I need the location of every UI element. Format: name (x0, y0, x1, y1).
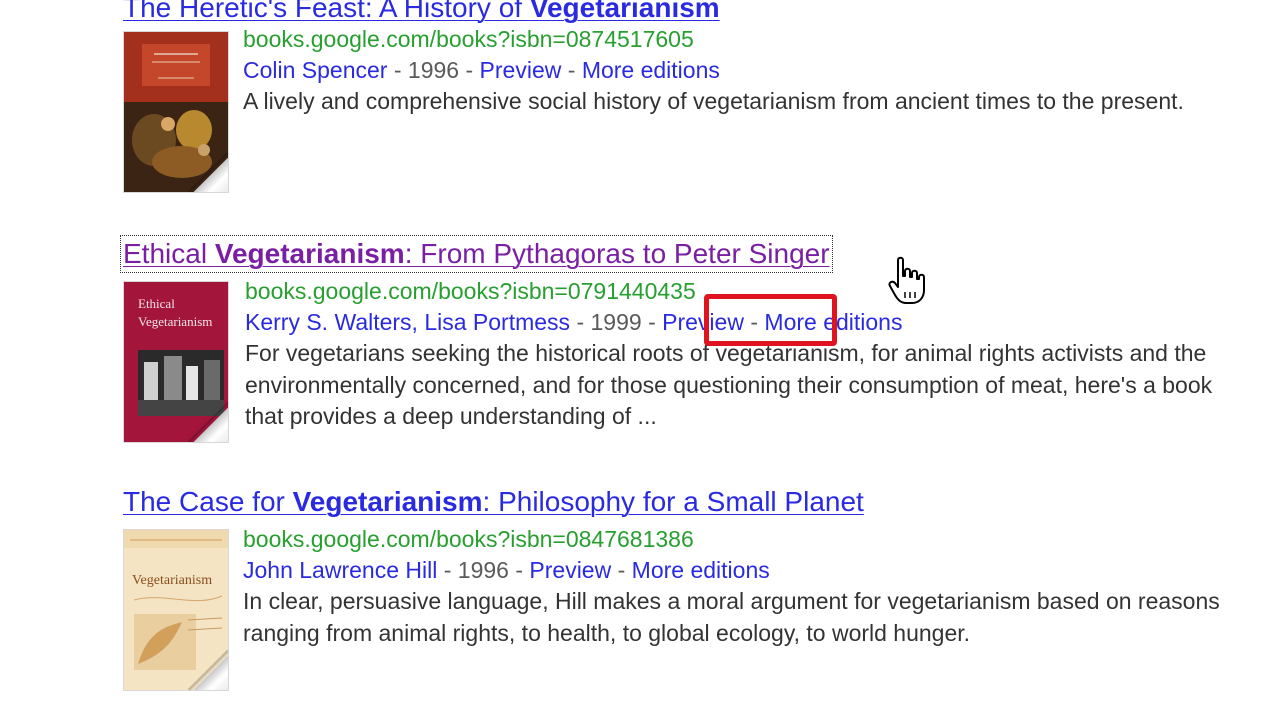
cover-title-line1: Ethical (138, 296, 175, 311)
more-editions-link[interactable]: More editions (582, 57, 720, 83)
result-snippet: A lively and comprehensive social histor… (243, 88, 1184, 114)
title-text: : From Pythagoras to Peter Singer (404, 238, 830, 269)
book-cover-thumbnail[interactable] (124, 32, 228, 192)
publication-year: 1996 (457, 557, 509, 583)
result-snippet: In clear, persuasive language, Hill make… (243, 588, 1220, 646)
search-result: The Heretic's Feast: A History of Vegeta… (123, 0, 1253, 200)
result-title-link[interactable]: Ethical Vegetarianism: From Pythagoras t… (120, 235, 833, 273)
title-text: The Case for (123, 486, 293, 517)
preview-link[interactable]: Preview (480, 57, 562, 83)
author-link[interactable]: Colin Spencer (243, 57, 387, 83)
result-meta: John Lawrence Hill - 1996 - Preview - Mo… (243, 557, 770, 583)
page-curl-icon (194, 158, 228, 192)
result-url: books.google.com/books?isbn=0847681386 (243, 526, 694, 552)
hand-cursor-icon (888, 256, 925, 304)
result-snippet: For vegetarians seeking the historical r… (245, 340, 1213, 429)
result-title-link[interactable]: The Case for Vegetarianism: Philosophy f… (123, 484, 864, 520)
more-editions-link[interactable]: More editions (632, 557, 770, 583)
result-meta: Colin Spencer - 1996 - Preview - More ed… (243, 57, 720, 83)
search-result: Ethical Vegetarianism: From Pythagoras t… (120, 235, 1253, 446)
author-link[interactable]: John Lawrence Hill (243, 557, 437, 583)
cover-title-line2: Vegetarianism (138, 314, 212, 329)
book-cover-thumbnail[interactable]: Vegetarianism (124, 530, 228, 690)
annotation-highlight-box (704, 294, 837, 346)
publication-year: 1996 (407, 57, 460, 83)
preview-link[interactable]: Preview (529, 557, 611, 583)
result-details: books.google.com/books?isbn=0847681386 J… (243, 524, 1253, 649)
result-details: books.google.com/books?isbn=0874517605 C… (243, 24, 1253, 118)
result-url: books.google.com/books?isbn=0874517605 (243, 26, 694, 52)
publication-year: 1999 (590, 309, 642, 335)
title-keyword: Vegetarianism (292, 486, 483, 517)
title-keyword: Vegetarianism (529, 0, 720, 23)
title-keyword: Vegetarianism (214, 238, 405, 269)
title-text: The Heretic's Feast: A History of (123, 0, 530, 23)
search-result: The Case for Vegetarianism: Philosophy f… (123, 484, 1253, 699)
title-text: : Philosophy for a Small Planet (482, 486, 864, 517)
page-curl-icon (194, 656, 228, 690)
page-curl-icon (194, 408, 228, 442)
book-cover-thumbnail[interactable]: Ethical Vegetarianism (124, 282, 228, 442)
author-link[interactable]: Kerry S. Walters, Lisa Portmess (245, 309, 570, 335)
title-text: Ethical (123, 238, 215, 269)
cover-title: Vegetarianism (132, 573, 212, 588)
result-title-link[interactable]: The Heretic's Feast: A History of Vegeta… (123, 0, 720, 26)
